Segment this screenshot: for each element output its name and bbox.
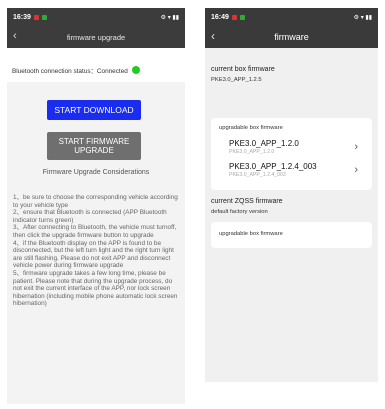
considerations-title: Firmware Upgrade Considerations xyxy=(42,169,150,176)
start-firmware-upgrade-button[interactable]: START FIRMWARE UPGRADE xyxy=(47,132,141,160)
app-icon xyxy=(41,14,47,20)
back-chevron-icon[interactable]: ‹ xyxy=(13,30,17,42)
firmware-option-sub: PKE3.0_APP_1.2.0 xyxy=(229,149,275,155)
app-header: ‹ firmware xyxy=(205,26,378,48)
status-icons: ⚙ ▾ ▮▮ xyxy=(353,14,372,21)
back-chevron-icon[interactable]: ‹ xyxy=(211,29,215,43)
firmware-option-name: PKE3.0_APP_1.2.4_003 xyxy=(229,162,317,171)
app-icon xyxy=(239,14,245,20)
status-bar: 16:49 ⚙ ▾ ▮▮ xyxy=(205,8,378,26)
status-icons: ⚙ ▾ ▮▮ xyxy=(160,14,179,21)
considerations-list: 1、be sure to choose the corresponding ve… xyxy=(13,194,181,308)
firmware-option[interactable]: PKE3.0_APP_1.2.0 PKE3.0_APP_1.2.0 › xyxy=(229,139,364,155)
note-item: 2、ensure that Bluetooth is connected (AP… xyxy=(13,209,167,224)
bluetooth-status-label: Bluetooth connection status：Connected xyxy=(12,67,128,75)
upgradable-box-firmware-card: upgradable box firmware PKE3.0_APP_1.2.0… xyxy=(211,118,372,190)
app-header: ‹ firmware upgrade xyxy=(7,26,185,48)
firmware-option[interactable]: PKE3.0_APP_1.2.4_003 PKE3.0_APP_1.2.4_00… xyxy=(229,162,364,178)
screenshot-stage: 16:39 ⚙ ▾ ▮▮ ‹ firmware upgrade Bluetoot… xyxy=(0,0,385,409)
firmware-upgrade-screen: 16:39 ⚙ ▾ ▮▮ ‹ firmware upgrade Bluetoot… xyxy=(7,8,185,404)
notification-icon xyxy=(231,14,237,20)
page-title: firmware xyxy=(274,32,309,42)
current-box-firmware-value: PKE3.0_APP_1.2.5 xyxy=(211,77,262,83)
note-item: 5、firmware upgrade takes a few long time… xyxy=(13,269,178,308)
upgradable-box-firmware-caption: upgradable box firmware xyxy=(219,231,283,237)
status-time: 16:39 xyxy=(13,13,31,21)
page-title: firmware upgrade xyxy=(66,32,126,42)
upgradable-box-firmware-card-2: upgradable box firmware xyxy=(211,222,372,248)
current-zqss-firmware-value: default factory version xyxy=(211,209,268,215)
status-time: 16:49 xyxy=(211,13,229,21)
firmware-option-name: PKE3.0_APP_1.2.0 xyxy=(229,139,299,148)
chevron-right-icon: › xyxy=(354,164,358,176)
status-bar: 16:39 ⚙ ▾ ▮▮ xyxy=(7,8,185,26)
connected-indicator-icon xyxy=(131,66,140,74)
firmware-screen: 16:49 ⚙ ▾ ▮▮ ‹ firmware current box firm… xyxy=(205,8,378,382)
note-item: 3、After connecting to Bluetooth, the veh… xyxy=(13,224,177,239)
bluetooth-status-row: Bluetooth connection status：Connected xyxy=(7,58,185,82)
current-zqss-firmware-label: current ZQSS firmware xyxy=(211,198,283,205)
upgradable-box-firmware-caption: upgradable box firmware xyxy=(219,125,283,131)
firmware-option-sub: PKE3.0_APP_1.2.4_003 xyxy=(229,172,286,178)
note-item: 1、be sure to choose the corresponding ve… xyxy=(13,194,178,209)
start-download-button[interactable]: START DOWNLOAD xyxy=(47,100,141,120)
chevron-right-icon: › xyxy=(354,141,358,153)
current-box-firmware-label: current box firmware xyxy=(211,66,275,73)
notification-icon xyxy=(33,14,39,20)
note-item: 4、if the Bluetooth display on the APP is… xyxy=(13,239,174,270)
